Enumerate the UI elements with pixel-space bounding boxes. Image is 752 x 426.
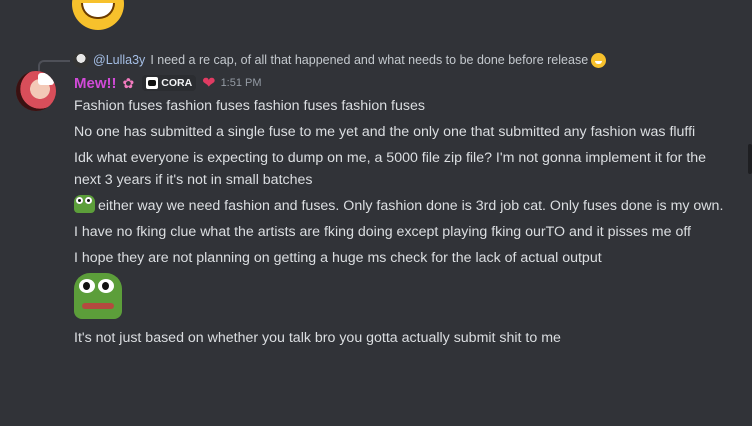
scrollbar-thumb[interactable] (748, 144, 752, 174)
message-line: I hope they are not planning on getting … (74, 250, 602, 266)
reply-author-name[interactable]: @Lulla3y (93, 53, 145, 67)
guild-tag[interactable]: CORA (142, 75, 197, 91)
message-line: Idk what everyone is expecting to dump o… (74, 150, 707, 188)
reply-text[interactable]: I need a re cap, of all that happened an… (150, 53, 588, 67)
message-line: It's not just based on whether you talk … (74, 330, 561, 346)
guild-tag-label: CORA (161, 77, 193, 89)
message-content: Fashion fuses fashion fuses fashion fuse… (74, 95, 734, 353)
pepe-jumbo-emoji-icon (74, 273, 122, 319)
previous-message-emoji (72, 0, 124, 30)
message-line-text: either way we need fashion and fuses. On… (98, 198, 724, 214)
guild-tag-icon (146, 77, 159, 89)
message-timestamp[interactable]: 1:51 PM (221, 77, 262, 89)
author-username[interactable]: Mew!! (74, 75, 117, 92)
author-avatar[interactable] (16, 71, 56, 111)
pepe-emoji-icon (74, 195, 95, 213)
message-header: Mew!! ✿ CORA ❤ 1:51 PM (74, 74, 262, 93)
flower-icon: ✿ (122, 74, 135, 91)
message-line: No one has submitted a single fuse to me… (74, 124, 696, 140)
message-line: I have no fking clue what the artists ar… (74, 224, 691, 240)
message-line-with-emoji: either way we need fashion and fuses. On… (74, 195, 734, 217)
reply-preview[interactable]: @Lulla3y I need a re cap, of all that ha… (73, 51, 607, 69)
reply-author-avatar[interactable] (73, 52, 89, 68)
message-line: Fashion fuses fashion fuses fashion fuse… (74, 98, 425, 114)
grinning-sweat-emoji-icon (591, 52, 607, 68)
heart-icon: ❤ (202, 75, 216, 92)
avatar-decoration-icon (38, 73, 54, 85)
